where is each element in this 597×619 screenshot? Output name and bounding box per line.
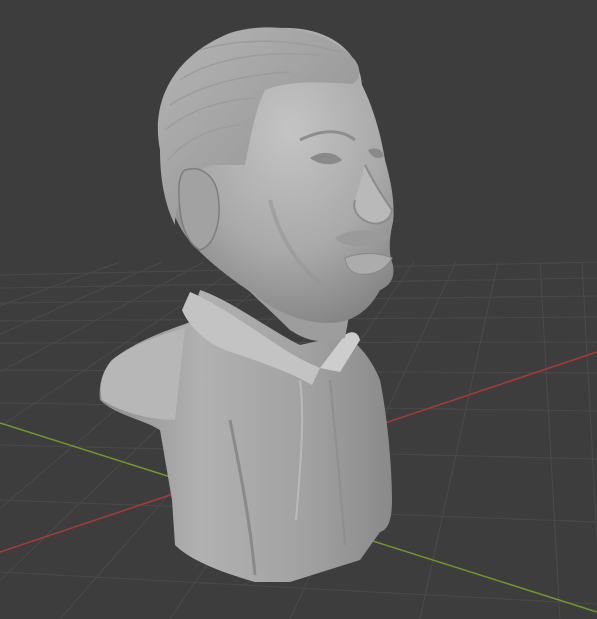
3d-viewport[interactable]: [0, 0, 597, 619]
bust-ear: [178, 168, 220, 251]
bust-model[interactable]: [99, 27, 394, 582]
viewport-canvas[interactable]: [0, 0, 597, 619]
